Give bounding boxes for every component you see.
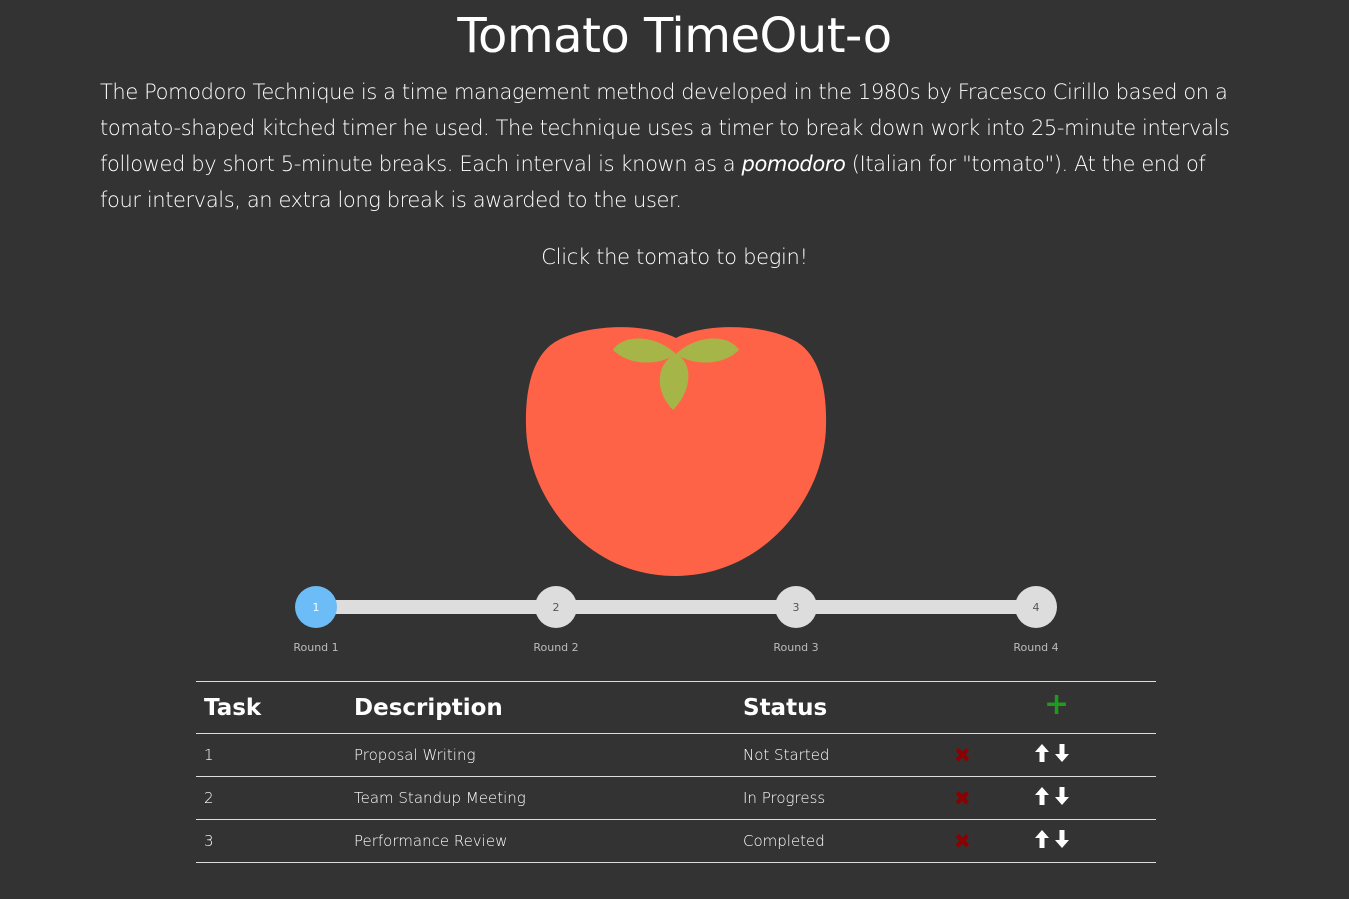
delete-cell: ✖	[946, 776, 1026, 820]
delete-cell: ✖	[946, 733, 1026, 777]
move-down-arrow-icon[interactable]	[1054, 829, 1070, 853]
task-status: Completed	[735, 819, 946, 863]
header-description: Description	[346, 681, 735, 734]
move-down-arrow-icon[interactable]	[1054, 743, 1070, 767]
task-number: 1	[196, 733, 346, 777]
round-label-2: Round 2	[533, 641, 579, 654]
intro-emphasis: pomodoro	[741, 152, 846, 176]
task-description: Team Standup Meeting	[346, 776, 735, 820]
task-status: Not Started	[735, 733, 946, 777]
delete-task-x-icon[interactable]: ✖	[954, 829, 971, 853]
move-cell	[1026, 819, 1156, 863]
delete-task-x-icon[interactable]: ✖	[954, 743, 971, 767]
table-row: 2 Team Standup Meeting In Progress ✖	[196, 776, 1156, 820]
task-description: Performance Review	[346, 819, 735, 863]
task-description: Proposal Writing	[346, 733, 735, 777]
header-actions: +	[1026, 681, 1156, 734]
delete-task-x-icon[interactable]: ✖	[954, 786, 971, 810]
task-table-header: Task Description Status +	[196, 681, 1156, 734]
tomato-timer-button[interactable]	[525, 326, 827, 578]
round-node-2: 2	[535, 586, 577, 628]
start-instruction: Click the tomato to begin!	[541, 245, 808, 269]
header-delete-column	[946, 681, 1026, 734]
round-node-3: 3	[775, 586, 817, 628]
page: Tomato TimeOut-o The Pomodoro Technique …	[0, 0, 1349, 899]
tomato-icon	[525, 327, 827, 576]
move-up-arrow-icon[interactable]	[1034, 786, 1050, 810]
task-number: 3	[196, 819, 346, 863]
task-table: Task Description Status + 1 Proposal Writ…	[196, 681, 1156, 863]
move-down-arrow-icon[interactable]	[1054, 786, 1070, 810]
header-status: Status	[735, 681, 946, 734]
task-number: 2	[196, 776, 346, 820]
move-cell	[1026, 776, 1156, 820]
move-up-arrow-icon[interactable]	[1034, 743, 1050, 767]
table-row: 3 Performance Review Completed ✖	[196, 819, 1156, 863]
round-node-1: 1	[295, 586, 337, 628]
delete-cell: ✖	[946, 819, 1026, 863]
round-label-3: Round 3	[773, 641, 819, 654]
intro-paragraph: The Pomodoro Technique is a time managem…	[100, 74, 1250, 218]
table-row: 1 Proposal Writing Not Started ✖	[196, 733, 1156, 777]
round-label-4: Round 4	[1013, 641, 1059, 654]
header-task: Task	[196, 681, 346, 734]
round-progress-track	[316, 600, 1036, 614]
task-status: In Progress	[735, 776, 946, 820]
move-cell	[1026, 733, 1156, 777]
add-task-plus-icon[interactable]: +	[1044, 687, 1069, 722]
page-title: Tomato TimeOut-o	[457, 8, 892, 64]
move-up-arrow-icon[interactable]	[1034, 829, 1050, 853]
round-node-4: 4	[1015, 586, 1057, 628]
round-progress: 1 Round 1 2 Round 2 3 Round 3 4 Round 4	[293, 586, 1059, 666]
round-label-1: Round 1	[293, 641, 339, 654]
